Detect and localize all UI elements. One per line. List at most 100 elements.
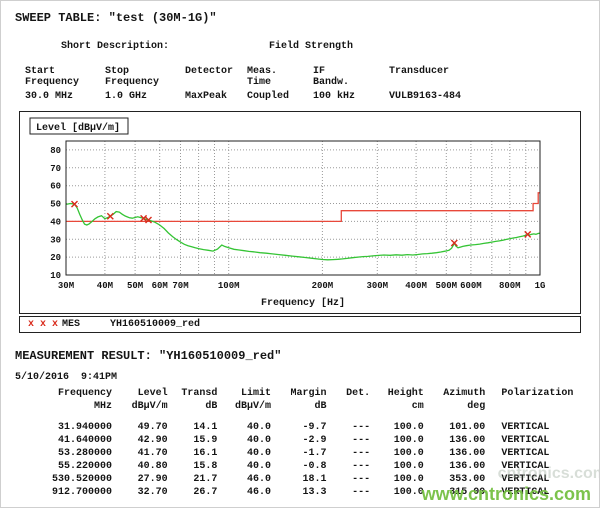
column-header: dBµV/m bbox=[217, 400, 271, 413]
emc-report-page: SWEEP TABLE: "test (30M-1G)" Short Descr… bbox=[0, 0, 600, 508]
table-cell: 27.90 bbox=[112, 473, 168, 486]
table-cell: -9.7 bbox=[271, 413, 327, 434]
x-tick-label: 200M bbox=[312, 281, 334, 291]
column-header: Limit bbox=[217, 387, 271, 400]
result-table-head: FrequencyLevelTransdLimitMarginDet.Heigh… bbox=[17, 387, 585, 413]
x-tick-label: 50M bbox=[127, 281, 143, 291]
table-cell: --- bbox=[327, 486, 371, 499]
y-tick-label: 30 bbox=[50, 235, 61, 245]
table-cell: -0.8 bbox=[271, 460, 327, 473]
column-header: MHz bbox=[17, 400, 112, 413]
column-header: dB bbox=[168, 400, 218, 413]
y-tick-label: 70 bbox=[50, 164, 61, 174]
column-header: dBµV/m bbox=[112, 400, 168, 413]
table-cell: 912.700000 bbox=[17, 486, 112, 499]
header-row: MHzdBµV/mdBdBµV/mdB cmdeg bbox=[17, 400, 585, 413]
x-tick-label: 400M bbox=[405, 281, 427, 291]
y-tick-label: 50 bbox=[50, 200, 61, 210]
table-cell: VERTICAL bbox=[485, 434, 585, 447]
table-cell: 40.0 bbox=[217, 413, 271, 434]
column-header: Transd bbox=[168, 387, 218, 400]
table-cell: 26.7 bbox=[168, 486, 218, 499]
measurement-trace bbox=[66, 204, 540, 260]
table-cell: VERTICAL bbox=[485, 447, 585, 460]
column-header: dB bbox=[271, 400, 327, 413]
table-cell: 41.640000 bbox=[17, 434, 112, 447]
x-axis-label: Frequency [Hz] bbox=[261, 297, 345, 309]
x-tick-label: 60M bbox=[152, 281, 168, 291]
table-cell: 32.70 bbox=[112, 486, 168, 499]
level-chart: 102030405060708030M40M50M60M70M100M200M3… bbox=[26, 115, 566, 313]
column-header: Polarization bbox=[485, 387, 585, 400]
table-cell: 530.520000 bbox=[17, 473, 112, 486]
table-cell: 40.80 bbox=[112, 460, 168, 473]
column-header: deg bbox=[424, 400, 486, 413]
table-cell: 100.0 bbox=[370, 434, 424, 447]
x-tick-label: 70M bbox=[172, 281, 188, 291]
table-cell: 31.940000 bbox=[17, 413, 112, 434]
column-header: Margin bbox=[271, 387, 327, 400]
table-row: 31.94000049.7014.140.0-9.7---100.0101.00… bbox=[17, 413, 585, 434]
table-cell: 53.280000 bbox=[17, 447, 112, 460]
table-cell: 41.70 bbox=[112, 447, 168, 460]
y-tick-label: 20 bbox=[50, 253, 61, 263]
table-cell: 100.0 bbox=[370, 460, 424, 473]
sweep-column: Detector MaxPeak bbox=[185, 66, 247, 102]
x-tick-label: 40M bbox=[97, 281, 113, 291]
column-header bbox=[327, 400, 371, 413]
legend-marker-icon: x x x bbox=[28, 319, 58, 330]
table-cell: -1.7 bbox=[271, 447, 327, 460]
column-header: cm bbox=[370, 400, 424, 413]
table-cell: 46.0 bbox=[217, 486, 271, 499]
table-cell: 40.0 bbox=[217, 460, 271, 473]
measurement-datetime: 5/10/2016 9:41PM bbox=[15, 372, 585, 383]
y-tick-label: 40 bbox=[50, 217, 61, 227]
sweep-column: StartFrequency30.0 MHz bbox=[25, 66, 105, 102]
sweep-column: IFBandw.100 kHz bbox=[313, 66, 389, 102]
y-axis-label: Level [dBµV/m] bbox=[36, 122, 120, 134]
table-cell: --- bbox=[327, 473, 371, 486]
plot-border bbox=[66, 141, 540, 275]
chart-legend: x x x MES YH160510009_red bbox=[19, 316, 581, 333]
table-cell: 101.00 bbox=[424, 413, 486, 434]
table-cell: 16.1 bbox=[168, 447, 218, 460]
table-cell: 100.0 bbox=[370, 413, 424, 434]
short-description-row: Short Description:Field Strength bbox=[25, 30, 585, 63]
sweep-table-section: SWEEP TABLE: "test (30M-1G)" Short Descr… bbox=[15, 11, 585, 102]
table-row: 53.28000041.7016.140.0-1.7---100.0136.00… bbox=[17, 447, 585, 460]
sweep-table-grid: StartFrequency30.0 MHzStopFrequency1.0 G… bbox=[25, 66, 585, 102]
y-gridlines: 1020304050607080 bbox=[50, 146, 540, 281]
watermark: www.cntronics.com bbox=[422, 484, 591, 505]
table-cell: --- bbox=[327, 413, 371, 434]
table-cell: --- bbox=[327, 434, 371, 447]
table-cell: 21.7 bbox=[168, 473, 218, 486]
table-cell: --- bbox=[327, 447, 371, 460]
table-cell: 46.0 bbox=[217, 473, 271, 486]
table-cell: 14.1 bbox=[168, 413, 218, 434]
table-cell: 15.8 bbox=[168, 460, 218, 473]
measurement-markers bbox=[72, 201, 531, 246]
header-row: FrequencyLevelTransdLimitMarginDet.Heigh… bbox=[17, 387, 585, 400]
x-marker-icon bbox=[107, 213, 113, 219]
column-header: Frequency bbox=[17, 387, 112, 400]
table-cell: 136.00 bbox=[424, 434, 486, 447]
legend-series-name: MES bbox=[62, 319, 80, 330]
x-tick-label: 600M bbox=[460, 281, 482, 291]
x-tick-label: 100M bbox=[218, 281, 240, 291]
table-cell: 18.1 bbox=[271, 473, 327, 486]
table-cell: 100.0 bbox=[370, 486, 424, 499]
table-cell: 55.220000 bbox=[17, 460, 112, 473]
x-tick-label: 500M bbox=[435, 281, 457, 291]
table-cell: 40.0 bbox=[217, 447, 271, 460]
x-tick-label: 1G bbox=[535, 281, 546, 291]
column-header bbox=[485, 400, 585, 413]
table-cell: --- bbox=[327, 460, 371, 473]
column-header: Height bbox=[370, 387, 424, 400]
sweep-column: StopFrequency1.0 GHz bbox=[105, 66, 185, 102]
level-chart-frame: 102030405060708030M40M50M60M70M100M200M3… bbox=[19, 111, 581, 314]
y-tick-label: 10 bbox=[50, 271, 61, 281]
sweep-column: Transducer VULB9163-484 bbox=[389, 66, 519, 102]
table-cell: 136.00 bbox=[424, 447, 486, 460]
table-cell: 15.9 bbox=[168, 434, 218, 447]
table-row: 41.64000042.9015.940.0-2.9---100.0136.00… bbox=[17, 434, 585, 447]
